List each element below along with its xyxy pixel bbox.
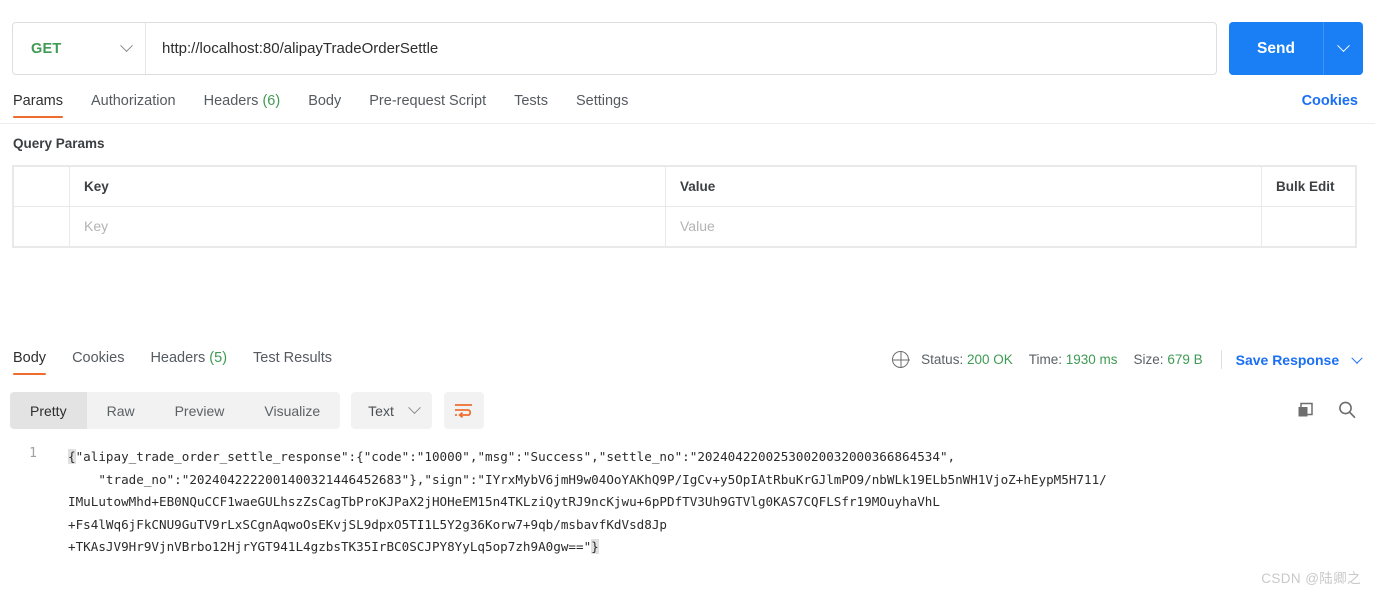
response-body-code[interactable]: {"alipay_trade_order_settle_response":{"… [68,446,1345,559]
url-input[interactable]: http://localhost:80/alipayTradeOrderSett… [146,23,1216,74]
body-line-5: +TKAsJV9Hr9VjnVBrbo12HjrYGT941L4gzbsTK35… [68,539,592,555]
row-value-input[interactable]: Value [665,206,1262,247]
size-label: Size: [1133,352,1164,367]
table-row: Key Value [13,206,1356,247]
postman-window: GET http://localhost:80/alipayTradeOrder… [0,0,1375,595]
row-actions-cell [1261,206,1356,247]
bulk-edit-button[interactable]: Bulk Edit [1261,166,1356,207]
response-view-toolbar: Pretty Raw Preview Visualize Text [10,392,484,429]
response-body-area: 1 {"alipay_trade_order_settle_response":… [0,440,1375,560]
copy-button[interactable] [1296,401,1315,420]
send-button-group: Send [1229,22,1363,75]
tab-params-label: Params [13,93,63,109]
row-key-placeholder: Key [84,217,109,234]
save-response-dropdown[interactable] [1351,352,1363,368]
view-mode-visualize[interactable]: Visualize [244,392,340,429]
response-format-dropdown[interactable]: Text [351,392,432,429]
response-action-icons [1296,400,1357,420]
response-tab-headers[interactable]: Headers (5) [150,350,227,375]
status-value: 200 OK [966,352,1013,367]
header-checkbox-cell [13,166,70,207]
tabs-divider [0,123,1375,124]
search-button[interactable] [1337,400,1357,420]
body-line-1: "alipay_trade_order_settle_response":{"c… [75,449,956,464]
line-number: 1 [29,446,37,461]
response-tab-test-results[interactable]: Test Results [253,350,332,375]
search-icon [1339,401,1356,419]
tab-settings[interactable]: Settings [576,93,628,118]
status-label: Status: [921,352,964,367]
tab-body-label: Body [308,93,342,109]
body-line-3: IMuLutowMhd+EB0NQuCCF1waeGULhszZsCagTbPr… [68,494,940,510]
view-mode-preview[interactable]: Preview [155,392,245,429]
header-key: Key [69,166,666,207]
view-mode-raw[interactable]: Raw [87,392,155,429]
chevron-down-icon [1337,39,1350,53]
row-key-input[interactable]: Key [69,206,666,247]
opening-brace: { [68,449,76,464]
time-value: 1930 ms [1065,352,1118,367]
response-status-bar: Status: 200 OK Time: 1930 ms Size: 679 B… [892,350,1363,369]
table-header-row: Key Value Bulk Edit [13,166,1356,207]
tab-tests-label: Tests [514,93,548,109]
time-badge: Time: 1930 ms [1029,352,1118,367]
status-badge: Status: 200 OK [921,352,1013,367]
tab-pre-request-script[interactable]: Pre-request Script [369,93,486,118]
request-url-row: GET http://localhost:80/alipayTradeOrder… [12,22,1363,75]
response-tab-cookies[interactable]: Cookies [72,350,124,375]
response-tab-headers-label: Headers [150,350,206,366]
tab-params[interactable]: Params [13,93,63,118]
view-mode-pretty[interactable]: Pretty [10,392,87,429]
send-options-dropdown[interactable] [1323,22,1363,75]
http-method-dropdown[interactable]: GET [13,23,146,74]
header-value: Value [665,166,1262,207]
tab-headers-label: Headers [203,93,259,109]
closing-brace: } [591,539,599,555]
copy-icon [1298,402,1313,416]
tab-body[interactable]: Body [308,93,341,118]
word-wrap-button[interactable] [443,392,484,429]
body-line-4: +Fs4lWq6jFkCNU9GuTV9rLxSCgnAqwoOsEKvjSL9… [68,516,667,532]
tab-authorization-label: Authorization [90,93,176,109]
save-response-label: Save Response [1235,351,1340,368]
tab-pre-request-script-label: Pre-request Script [369,93,487,109]
method-url-group: GET http://localhost:80/alipayTradeOrder… [12,22,1217,75]
tab-authorization[interactable]: Authorization [91,93,176,118]
tab-headers[interactable]: Headers (6) [204,93,281,118]
view-mode-segmented-control: Pretty Raw Preview Visualize [10,392,341,429]
time-label: Time: [1028,352,1062,367]
send-button[interactable]: Send [1229,22,1323,75]
chevron-down-icon [1351,352,1363,364]
word-wrap-icon [455,404,473,418]
tab-settings-label: Settings [575,93,629,109]
response-tab-body-label: Body [13,350,47,366]
row-value-placeholder: Value [680,217,715,234]
watermark: CSDN @陆卿之 [1261,571,1361,586]
tab-tests[interactable]: Tests [514,93,548,118]
globe-icon [892,351,910,368]
tab-headers-count: (6) [262,93,281,109]
query-params-title: Query Params [13,136,105,151]
request-tabs: Params Authorization Headers (6) Body Pr… [13,93,628,118]
save-response-button[interactable]: Save Response [1235,351,1363,368]
response-tab-test-results-label: Test Results [253,350,333,366]
chevron-down-icon [407,401,421,415]
bulk-edit-label: Bulk Edit [1276,179,1335,194]
response-format-label: Text [368,402,394,419]
response-tab-body[interactable]: Body [13,350,47,375]
body-line-2: "trade_no":"2024042222001400321446452683… [98,471,1107,487]
chevron-down-icon [120,39,133,53]
response-tab-cookies-label: Cookies [72,350,125,366]
cookies-link[interactable]: Cookies [1302,93,1358,109]
size-badge: Size: 679 B [1134,352,1203,367]
http-method-label: GET [31,40,62,57]
line-number-gutter: 1 [0,440,58,560]
size-value: 679 B [1167,352,1203,367]
query-params-table: Key Value Bulk Edit Key Value [12,165,1357,248]
row-checkbox-cell[interactable] [13,206,70,247]
response-tabs: Body Cookies Headers (5) Test Results [13,350,332,375]
status-divider [1220,350,1222,369]
response-tab-headers-count: (5) [209,350,228,366]
